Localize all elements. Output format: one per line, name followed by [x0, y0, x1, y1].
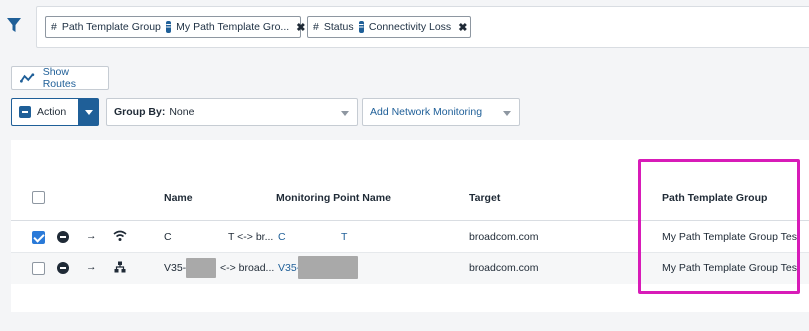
- redacted-block: [186, 258, 216, 278]
- group-by-value: None: [169, 106, 195, 118]
- action-button[interactable]: Action: [11, 98, 79, 126]
- chevron-down-icon: [341, 111, 349, 116]
- column-header-monitoring-point-name[interactable]: Monitoring Point Name: [276, 192, 391, 204]
- routes-icon: [20, 73, 35, 83]
- row-monitoring-point-prefix[interactable]: V35-: [278, 262, 300, 274]
- wifi-icon: [113, 230, 127, 241]
- filter-chip-path-template-group[interactable]: # Path Template Group = My Path Template…: [45, 16, 305, 38]
- remove-filter-icon[interactable]: ✖: [458, 21, 467, 34]
- redacted-block: [298, 256, 358, 279]
- row-checkbox[interactable]: [32, 231, 45, 244]
- row-monitoring-point-prefix[interactable]: C: [278, 231, 286, 243]
- network-icon: [114, 261, 126, 273]
- filter-chip-status[interactable]: # Status = Connectivity Loss ✖: [307, 16, 471, 38]
- row-checkbox[interactable]: [32, 262, 45, 275]
- equals-operator-icon: =: [165, 21, 172, 33]
- select-all-checkbox[interactable]: [32, 191, 45, 204]
- minus-circle-icon: [57, 231, 69, 243]
- chevron-down-icon: [503, 111, 511, 116]
- row-name-prefix: V35-: [164, 262, 187, 274]
- row-name-suffix: <-> broad...: [220, 262, 275, 274]
- hash-icon: #: [313, 21, 319, 33]
- action-label: Action: [37, 106, 67, 118]
- equals-operator-icon: =: [358, 21, 364, 33]
- filter-chip-field: Status: [323, 21, 354, 33]
- column-header-target[interactable]: Target: [469, 192, 500, 204]
- group-by-select[interactable]: Group By: None: [106, 98, 358, 126]
- show-routes-label: Show Routes: [42, 66, 76, 90]
- row-monitoring-point-suffix[interactable]: T: [341, 231, 347, 243]
- show-routes-button[interactable]: Show Routes: [11, 66, 109, 90]
- row-name-suffix: T <-> br...: [228, 231, 274, 243]
- column-header-name[interactable]: Name: [164, 192, 193, 204]
- filter-chip-value: My Path Template Gro...: [176, 21, 290, 33]
- hash-icon: #: [51, 21, 57, 33]
- arrow-right-icon: →: [86, 230, 97, 242]
- filter-chip-value: Connectivity Loss: [368, 21, 452, 33]
- group-by-label: Group By:: [114, 106, 166, 118]
- remove-filter-icon[interactable]: ✖: [296, 21, 305, 34]
- filter-icon[interactable]: [6, 16, 24, 34]
- row-name-prefix: C: [164, 231, 172, 243]
- minus-circle-icon: [57, 262, 69, 274]
- add-network-monitoring-label: Add Network Monitoring: [370, 106, 483, 118]
- row-target: broadcom.com: [469, 262, 539, 274]
- row-target: broadcom.com: [469, 231, 539, 243]
- filter-chip-field: Path Template Group: [61, 21, 161, 33]
- arrow-right-icon: →: [86, 261, 97, 273]
- add-network-monitoring-select[interactable]: Add Network Monitoring: [362, 98, 520, 126]
- minus-icon: [19, 106, 31, 118]
- action-dropdown-chevron-icon[interactable]: [79, 98, 99, 126]
- filter-bar[interactable]: # Path Template Group = My Path Template…: [36, 6, 809, 48]
- highlight-box: [638, 159, 800, 294]
